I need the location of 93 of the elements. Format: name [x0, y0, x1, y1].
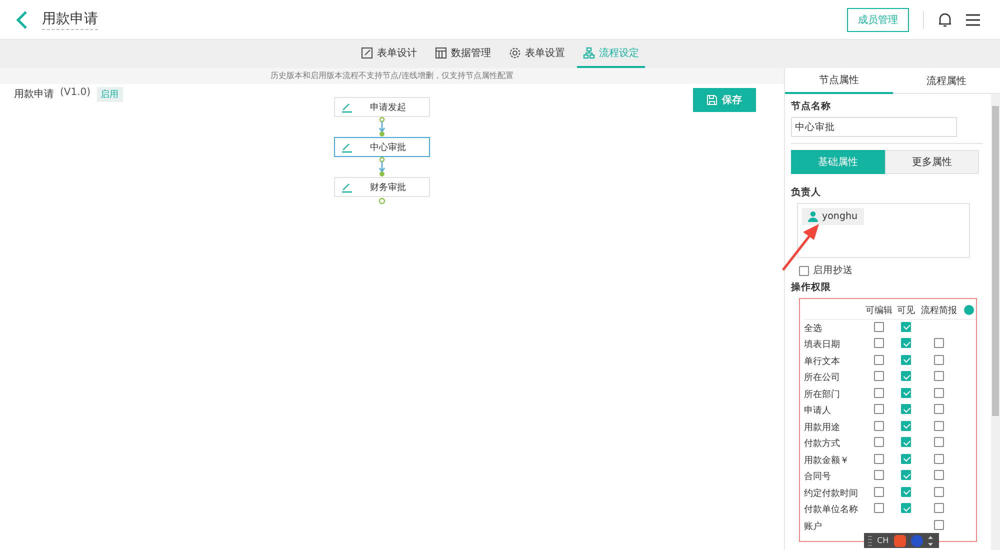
- report-checkbox[interactable]: [934, 454, 944, 464]
- user-chip[interactable]: yonghu: [802, 208, 864, 225]
- field-label: 账户: [804, 520, 823, 533]
- owner-field[interactable]: yonghu: [797, 203, 970, 258]
- column-header: 可编辑: [864, 304, 894, 316]
- edit-icon: [341, 101, 353, 113]
- save-icon: [707, 95, 717, 105]
- user-icon: [808, 211, 818, 222]
- flowchart-icon: [583, 47, 595, 59]
- visible-checkbox[interactable]: [901, 470, 911, 480]
- field-label: 申请人: [804, 404, 832, 418]
- node-name-label: 节点名称: [791, 100, 832, 113]
- ime-language-label: CH: [877, 536, 889, 545]
- report-checkbox[interactable]: [934, 338, 944, 348]
- field-label: 付款单位名称: [804, 504, 859, 516]
- field-label: 单行文本: [804, 356, 841, 368]
- flow-node[interactable]: 中心审批: [334, 137, 430, 157]
- end-port-icon: [378, 197, 386, 205]
- report-checkbox[interactable]: [934, 404, 944, 414]
- table-icon: [435, 47, 447, 59]
- ime-toolbar[interactable]: CH: [864, 533, 939, 548]
- notification-bell-icon[interactable]: [938, 12, 952, 28]
- visible-checkbox[interactable]: [901, 503, 911, 514]
- editable-checkbox[interactable]: [874, 371, 884, 382]
- panel-tab[interactable]: 节点属性: [785, 68, 892, 94]
- connector-arrow: [376, 117, 388, 137]
- field-label: 用款用途: [804, 422, 841, 434]
- editable-checkbox[interactable]: [874, 454, 884, 464]
- notice-text: 历史版本和启用版本流程不支持节点/连线增删，仅支持节点属性配置: [0, 68, 784, 84]
- flow-node[interactable]: 申请发起: [334, 97, 430, 117]
- field-label: 合同号: [804, 470, 832, 484]
- scrollbar[interactable]: [991, 94, 1000, 550]
- editable-checkbox[interactable]: [874, 388, 884, 398]
- column-header: 可见: [896, 304, 916, 316]
- field-label: 全选: [804, 322, 823, 335]
- field-label: 所在部门: [804, 388, 841, 401]
- visible-checkbox[interactable]: [901, 388, 911, 398]
- edit-icon: [341, 181, 353, 193]
- visible-checkbox[interactable]: [901, 454, 911, 464]
- menu-icon[interactable]: [966, 14, 980, 26]
- flow-name: 用款申请: [14, 88, 54, 101]
- report-checkbox[interactable]: [934, 420, 944, 431]
- field-label: 约定付款时间: [804, 488, 859, 500]
- visible-checkbox[interactable]: [901, 420, 911, 431]
- editable-checkbox[interactable]: [874, 338, 884, 348]
- cc-checkbox[interactable]: [799, 266, 809, 276]
- editable-checkbox[interactable]: [874, 354, 884, 365]
- field-label: 所在公司: [804, 372, 841, 384]
- property-tab[interactable]: 更多属性: [885, 150, 979, 174]
- column-header: 流程简报: [920, 304, 958, 316]
- edit-icon: [361, 47, 373, 59]
- version-label: (V1.0): [60, 87, 91, 98]
- gear-icon: [509, 47, 521, 59]
- report-checkbox[interactable]: [934, 520, 944, 530]
- owner-label: 负责人: [791, 186, 822, 199]
- visible-checkbox[interactable]: [901, 354, 911, 365]
- permissions-label: 操作权限: [791, 281, 832, 294]
- visible-checkbox[interactable]: [901, 322, 911, 332]
- editable-checkbox[interactable]: [874, 486, 884, 497]
- editable-checkbox[interactable]: [874, 503, 884, 514]
- edit-icon: [341, 141, 353, 153]
- status-tag: 启用: [96, 87, 123, 102]
- report-checkbox[interactable]: [934, 437, 944, 448]
- nav-tab[interactable]: 表单设计: [355, 40, 423, 68]
- form-title: 用款申请: [42, 10, 98, 30]
- report-checkbox[interactable]: [934, 371, 944, 382]
- expand-icon: [928, 536, 933, 546]
- field-label: 用款金额￥: [804, 454, 850, 467]
- visible-checkbox[interactable]: [901, 371, 911, 382]
- visible-checkbox[interactable]: [901, 486, 911, 497]
- report-checkbox[interactable]: [934, 354, 944, 365]
- connector-arrow: [376, 157, 388, 177]
- nav-tab[interactable]: 表单设置: [503, 40, 571, 68]
- editable-checkbox[interactable]: [874, 437, 884, 448]
- visible-checkbox[interactable]: [901, 404, 911, 414]
- report-checkbox[interactable]: [934, 388, 944, 398]
- visible-checkbox[interactable]: [901, 338, 911, 348]
- back-icon[interactable]: [16, 10, 28, 30]
- cc-label: 启用抄送: [813, 264, 853, 277]
- node-name-field[interactable]: 中心审批: [791, 117, 957, 137]
- panel-tab[interactable]: 流程属性: [892, 68, 1000, 94]
- editable-checkbox[interactable]: [874, 470, 884, 480]
- flow-node[interactable]: 财务审批: [334, 177, 430, 197]
- editable-checkbox[interactable]: [874, 322, 884, 332]
- nav-tab[interactable]: 数据管理: [429, 40, 497, 68]
- visible-checkbox[interactable]: [901, 437, 911, 448]
- report-checkbox[interactable]: [934, 486, 944, 497]
- field-label: 填表日期: [804, 338, 841, 352]
- editable-checkbox[interactable]: [874, 420, 884, 431]
- report-checkbox[interactable]: [934, 503, 944, 514]
- field-label: 付款方式: [804, 438, 841, 450]
- editable-checkbox[interactable]: [874, 404, 884, 414]
- report-checkbox[interactable]: [934, 470, 944, 480]
